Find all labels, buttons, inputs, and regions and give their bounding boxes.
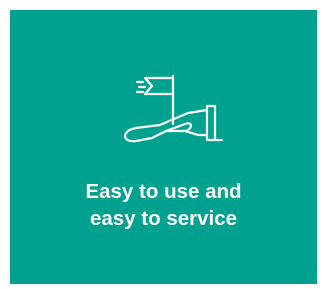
feature-caption: Easy to use and easy to service: [10, 178, 317, 232]
caption-line-1: Easy to use and: [85, 180, 242, 203]
hand-holding-flag-icon: [123, 74, 224, 143]
feature-card: Easy to use and easy to service: [10, 10, 317, 284]
caption-line-2: easy to service: [89, 207, 238, 230]
